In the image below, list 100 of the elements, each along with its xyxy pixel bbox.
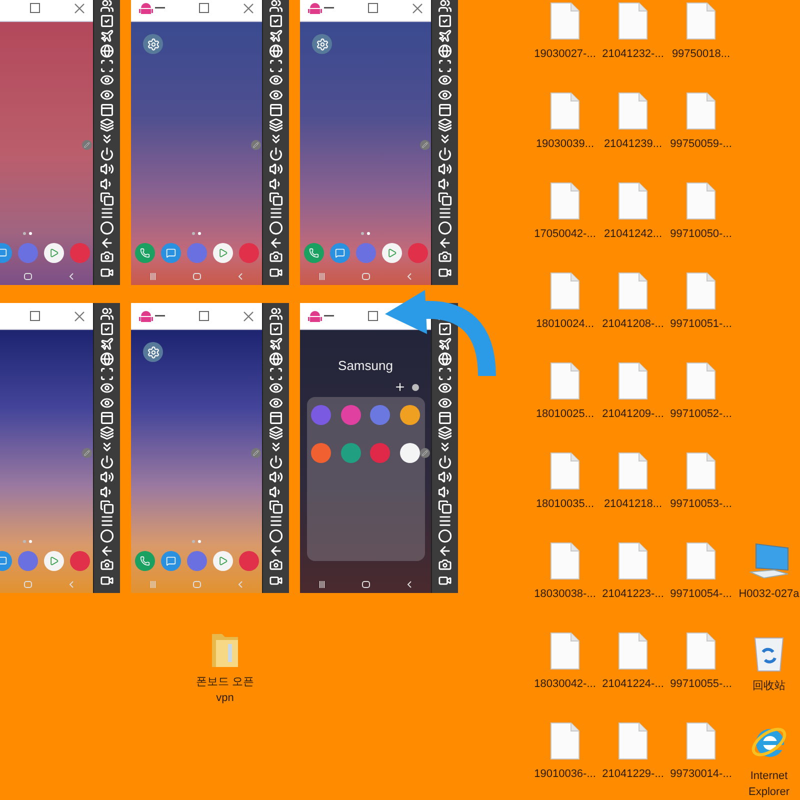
close-icon[interactable] <box>74 2 85 14</box>
eye-icon[interactable] <box>269 88 283 102</box>
volume-up-icon[interactable] <box>269 470 283 484</box>
maximize-icon[interactable] <box>199 3 209 13</box>
expand-icon[interactable] <box>438 58 452 73</box>
frame-icon[interactable] <box>269 410 283 425</box>
eye-icon[interactable] <box>438 88 452 102</box>
app-icon[interactable] <box>330 243 350 263</box>
frame-icon[interactable] <box>438 102 452 117</box>
app-icon[interactable] <box>212 243 232 263</box>
eye-icon[interactable] <box>438 396 452 410</box>
video-icon[interactable] <box>269 574 283 587</box>
add-icon[interactable] <box>394 381 406 393</box>
menu-icon[interactable] <box>438 514 452 528</box>
menu-icon[interactable] <box>100 514 114 528</box>
frame-icon[interactable] <box>100 102 114 117</box>
home-circle-icon[interactable] <box>100 221 114 236</box>
home-icon[interactable] <box>24 273 32 280</box>
checkbox-icon[interactable] <box>269 322 283 336</box>
layers-icon[interactable] <box>269 426 283 440</box>
power-icon[interactable] <box>100 147 114 162</box>
checkbox-icon[interactable] <box>438 322 452 336</box>
menu-icon[interactable] <box>269 514 283 528</box>
app-icon[interactable] <box>382 243 402 263</box>
app-icon[interactable] <box>400 405 420 425</box>
back-icon[interactable] <box>69 273 74 280</box>
eye-icon[interactable] <box>269 73 283 88</box>
video-icon[interactable] <box>100 574 114 587</box>
windows-icon[interactable] <box>100 500 114 514</box>
eye-icon[interactable] <box>100 381 114 396</box>
checkbox-icon[interactable] <box>100 322 114 336</box>
maximize-icon[interactable] <box>368 3 378 13</box>
expand-icon[interactable] <box>269 366 283 381</box>
maximize-icon[interactable] <box>30 3 40 13</box>
camera-icon[interactable] <box>269 250 283 264</box>
minimize-icon[interactable] <box>324 314 334 318</box>
video-icon[interactable] <box>438 266 452 279</box>
windows-icon[interactable] <box>100 192 114 206</box>
camera-icon[interactable] <box>438 558 452 572</box>
eye-icon[interactable] <box>438 73 452 88</box>
globe-icon[interactable] <box>438 352 452 366</box>
edge-handle-icon[interactable] <box>420 140 430 150</box>
close-icon[interactable] <box>74 310 85 322</box>
computer-icon[interactable] <box>748 542 790 580</box>
windows-icon[interactable] <box>438 192 452 206</box>
eye-icon[interactable] <box>100 396 114 410</box>
edge-handle-icon[interactable] <box>420 448 430 458</box>
checkbox-icon[interactable] <box>269 14 283 28</box>
eye-icon[interactable] <box>100 88 114 102</box>
maximize-icon[interactable] <box>199 311 209 321</box>
menu-icon[interactable] <box>100 206 114 220</box>
volume-up-icon[interactable] <box>438 470 452 484</box>
recents-icon[interactable] <box>318 581 325 588</box>
settings-app-icon[interactable] <box>143 34 163 54</box>
layers-icon[interactable] <box>438 426 452 440</box>
maximize-icon[interactable] <box>30 311 40 321</box>
volume-up-icon[interactable] <box>100 470 114 484</box>
power-icon[interactable] <box>269 455 283 470</box>
power-icon[interactable] <box>269 147 283 162</box>
windows-icon[interactable] <box>269 500 283 514</box>
close-icon[interactable] <box>243 2 254 14</box>
settings-app-icon[interactable] <box>312 34 332 54</box>
airplane-icon[interactable] <box>438 28 452 43</box>
app-icon[interactable] <box>212 551 232 571</box>
volume-up-icon[interactable] <box>438 162 452 176</box>
maximize-icon[interactable] <box>368 311 378 321</box>
eye-icon[interactable] <box>269 396 283 410</box>
frame-icon[interactable] <box>269 102 283 117</box>
app-icon[interactable] <box>44 551 64 571</box>
close-icon[interactable] <box>412 2 423 14</box>
eye-icon[interactable] <box>438 381 452 396</box>
menu-icon[interactable] <box>438 206 452 220</box>
menu-icon[interactable] <box>269 206 283 220</box>
back-icon[interactable] <box>407 581 412 588</box>
video-icon[interactable] <box>269 266 283 279</box>
minimize-icon[interactable] <box>155 314 165 318</box>
expand-icon[interactable] <box>438 366 452 381</box>
airplane-icon[interactable] <box>438 336 452 351</box>
expand-icon[interactable] <box>269 58 283 73</box>
layers-icon[interactable] <box>438 118 452 132</box>
checkbox-icon[interactable] <box>100 14 114 28</box>
app-icon[interactable] <box>160 551 180 571</box>
volume-up-icon[interactable] <box>100 162 114 176</box>
layers-icon[interactable] <box>100 118 114 132</box>
app-icon[interactable] <box>160 243 180 263</box>
globe-icon[interactable] <box>100 44 114 58</box>
minimize-icon[interactable] <box>324 6 334 10</box>
edge-handle-icon[interactable] <box>251 448 261 458</box>
globe-icon[interactable] <box>438 44 452 58</box>
app-icon[interactable] <box>44 243 64 263</box>
video-icon[interactable] <box>100 266 114 279</box>
globe-icon[interactable] <box>269 352 283 366</box>
home-circle-icon[interactable] <box>269 529 283 544</box>
windows-icon[interactable] <box>269 192 283 206</box>
camera-icon[interactable] <box>438 250 452 264</box>
settings-app-icon[interactable] <box>143 342 163 362</box>
camera-icon[interactable] <box>269 558 283 572</box>
app-icon[interactable] <box>134 551 154 571</box>
airplane-icon[interactable] <box>100 336 114 351</box>
eye-icon[interactable] <box>269 381 283 396</box>
